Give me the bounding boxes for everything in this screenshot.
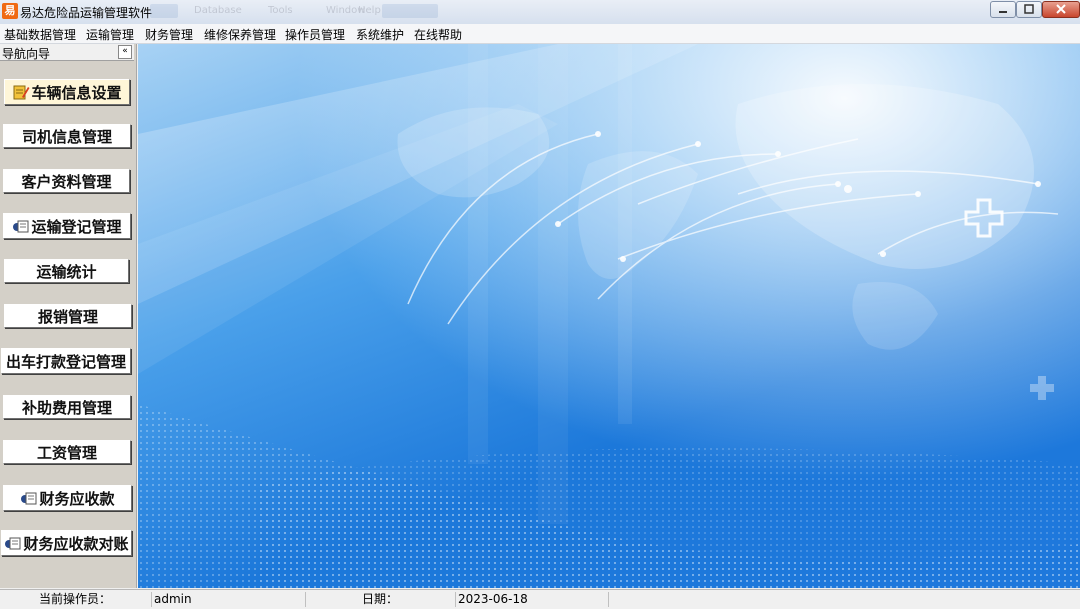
- nav-transport-statistics[interactable]: 运输统计: [4, 259, 129, 283]
- nav-button-label: 财务应收款: [39, 489, 115, 508]
- nav-salary-management[interactable]: 工资管理: [3, 440, 131, 464]
- nav-subsidy-management[interactable]: 补助费用管理: [3, 395, 131, 419]
- title-bar: 易 易达危险品运输管理软件 Database Tools Window Help: [0, 0, 1080, 25]
- menu-transport[interactable]: 运输管理: [86, 26, 134, 43]
- navigation-sidebar: 导航向导 « 车辆信息设置 司机信息管理 客户资料管理 运输登记管理 运输统计 …: [0, 44, 137, 588]
- maximize-icon: [1024, 4, 1034, 14]
- nav-button-label: 运输登记管理: [31, 217, 122, 236]
- nav-button-label: 财务应收款对账: [23, 534, 129, 553]
- nav-receivables-reconciliation[interactable]: 财务应收款对账: [1, 530, 132, 556]
- form-icon: [21, 492, 37, 505]
- collapse-button[interactable]: «: [118, 45, 132, 59]
- menu-basic-data[interactable]: 基础数据管理: [4, 26, 76, 43]
- menu-help[interactable]: 在线帮助: [414, 26, 462, 43]
- minimize-button[interactable]: [990, 1, 1016, 18]
- menu-maintenance[interactable]: 维修保养管理: [204, 26, 276, 43]
- menu-finance[interactable]: 财务管理: [145, 26, 193, 43]
- nav-button-label: 工资管理: [36, 443, 97, 462]
- notepad-pencil-icon: [13, 85, 30, 100]
- nav-customer-management[interactable]: 客户资料管理: [3, 169, 130, 193]
- operator-label: 当前操作员：: [38, 592, 111, 606]
- app-logo-icon: 易: [2, 3, 18, 19]
- nav-header-label: 导航向导: [2, 47, 51, 61]
- window-title: 易达危险品运输管理软件: [20, 6, 153, 20]
- nav-button-label: 补助费用管理: [21, 398, 112, 417]
- nav-button-label: 运输统计: [36, 262, 97, 281]
- date-value: 2023-06-18: [455, 592, 608, 607]
- main-workspace: [138, 44, 1080, 588]
- operator-value: admin: [151, 592, 304, 607]
- close-icon: [1056, 4, 1066, 14]
- world-map-background: [138, 44, 1080, 588]
- form-icon: [5, 537, 21, 550]
- status-bar: 当前操作员： admin 日期： 2023-06-18: [0, 589, 1080, 609]
- status-empty-cell: [608, 592, 1079, 607]
- ghost-menu-decoration: Database Tools Window Help: [150, 2, 570, 20]
- menu-bar: 基础数据管理 运输管理 财务管理 维修保养管理 操作员管理 系统维护 在线帮助: [0, 24, 1080, 44]
- date-label: 日期：: [305, 592, 454, 607]
- nav-receivables[interactable]: 财务应收款: [3, 485, 132, 511]
- minimize-icon: [999, 11, 1007, 13]
- nav-reimbursement[interactable]: 报销管理: [4, 304, 132, 328]
- nav-button-label: 客户资料管理: [21, 172, 112, 191]
- nav-dispatch-payment[interactable]: 出车打款登记管理: [1, 348, 131, 374]
- maximize-button[interactable]: [1016, 1, 1042, 18]
- menu-operators[interactable]: 操作员管理: [285, 26, 345, 43]
- menu-system[interactable]: 系统维护: [356, 26, 404, 43]
- close-button[interactable]: [1042, 1, 1080, 18]
- nav-transport-registration[interactable]: 运输登记管理: [3, 213, 131, 239]
- nav-button-label: 报销管理: [37, 307, 98, 326]
- nav-header: 导航向导 «: [0, 44, 134, 61]
- form-icon: [13, 220, 29, 233]
- nav-vehicle-settings[interactable]: 车辆信息设置: [4, 79, 130, 105]
- nav-button-label: 司机信息管理: [21, 127, 112, 146]
- nav-button-label: 出车打款登记管理: [5, 352, 126, 371]
- nav-button-label: 车辆信息设置: [31, 83, 122, 102]
- nav-driver-management[interactable]: 司机信息管理: [3, 124, 131, 148]
